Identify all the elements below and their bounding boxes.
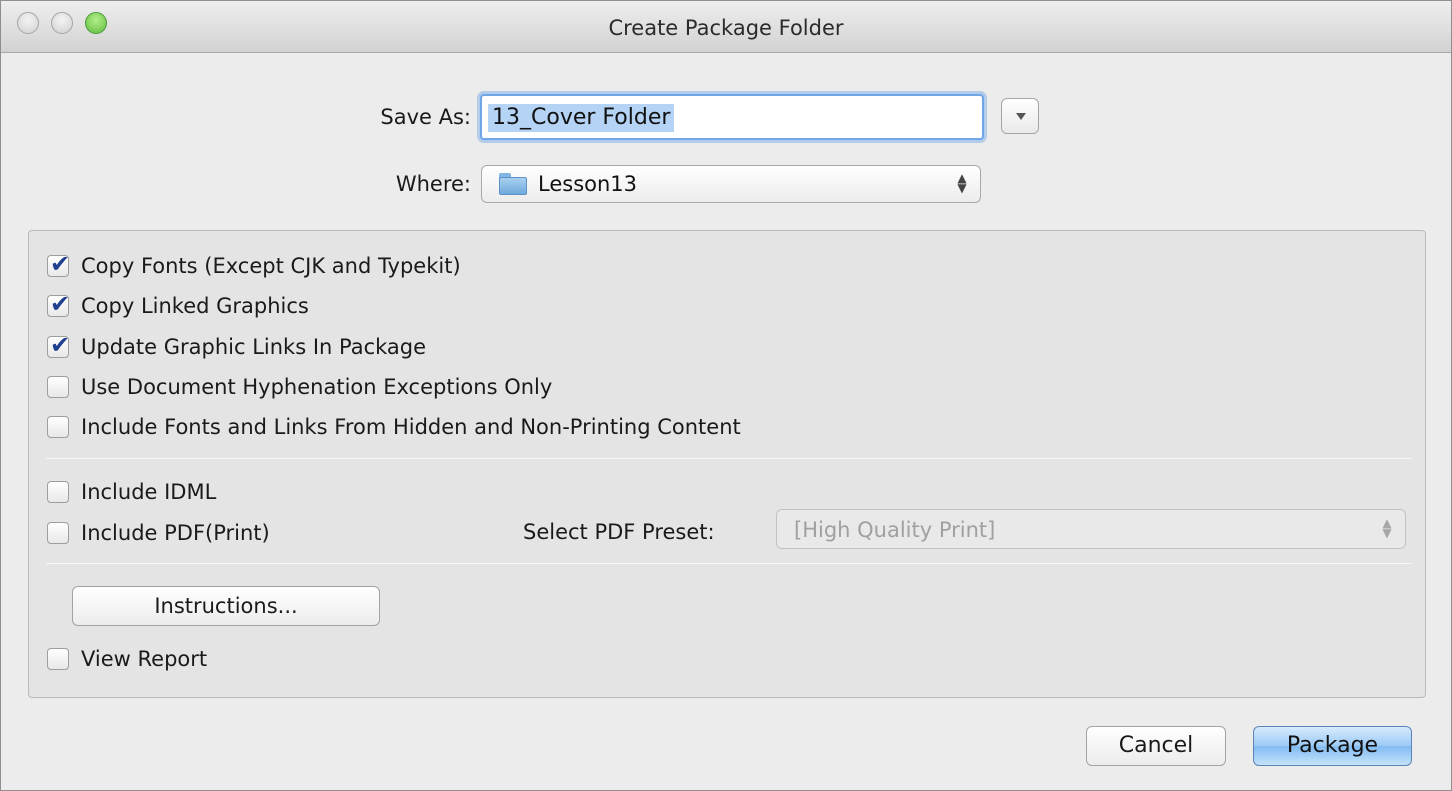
include-pdf-checkbox[interactable] [47,522,69,544]
save-as-input[interactable]: 13_Cover Folder [480,94,984,140]
pdf-preset-popup[interactable]: [High Quality Print] ▲ ▼ [776,509,1406,549]
checkmark-icon: ✔ [50,250,71,278]
create-package-dialog: Create Package Folder Save As: 13_Cover … [0,0,1452,791]
checkmark-icon: ✔ [50,331,71,359]
hyphenation-exceptions-checkbox[interactable] [47,376,69,398]
checkmark-icon: ✔ [50,290,71,318]
save-as-label: Save As: [380,105,471,129]
update-graphic-links-checkbox[interactable]: ✔ [47,332,70,358]
hyphenation-exceptions-label: Use Document Hyphenation Exceptions Only [81,375,553,399]
where-value: Lesson13 [538,172,638,196]
updown-arrows-icon: ▲ ▼ [1382,516,1392,540]
where-label: Where: [395,172,471,196]
expand-browser-button[interactable] [1001,98,1039,134]
view-report-label: View Report [81,647,208,671]
copy-linked-graphics-checkbox[interactable]: ✔ [47,291,70,317]
include-idml-label: Include IDML [81,480,217,504]
hidden-content-checkbox[interactable] [47,416,69,438]
include-idml-checkbox[interactable] [47,481,69,503]
window-title: Create Package Folder [608,16,844,40]
divider [46,563,1412,564]
triangle-down-icon [1016,113,1026,120]
where-popup[interactable]: Lesson13 ▲ ▼ [481,165,981,203]
pdf-preset-value: [High Quality Print] [794,518,996,542]
copy-linked-graphics-label: Copy Linked Graphics [81,294,309,318]
package-button[interactable]: Package [1253,726,1412,766]
copy-fonts-label: Copy Fonts (Except CJK and Typekit) [81,254,461,278]
copy-fonts-checkbox[interactable]: ✔ [47,251,70,277]
include-pdf-label: Include PDF(Print) [81,521,270,545]
updown-arrows-icon: ▲ ▼ [957,171,967,195]
title-bar: Create Package Folder [1,1,1451,53]
pdf-preset-label: Select PDF Preset: [523,520,715,544]
hidden-content-label: Include Fonts and Links From Hidden and … [81,415,741,439]
save-as-value: 13_Cover Folder [488,104,675,132]
divider [46,458,1412,459]
cancel-button[interactable]: Cancel [1086,726,1226,766]
update-graphic-links-label: Update Graphic Links In Package [81,335,427,359]
view-report-checkbox[interactable] [47,648,69,670]
instructions-button[interactable]: Instructions... [72,586,380,626]
folder-icon [499,173,527,195]
